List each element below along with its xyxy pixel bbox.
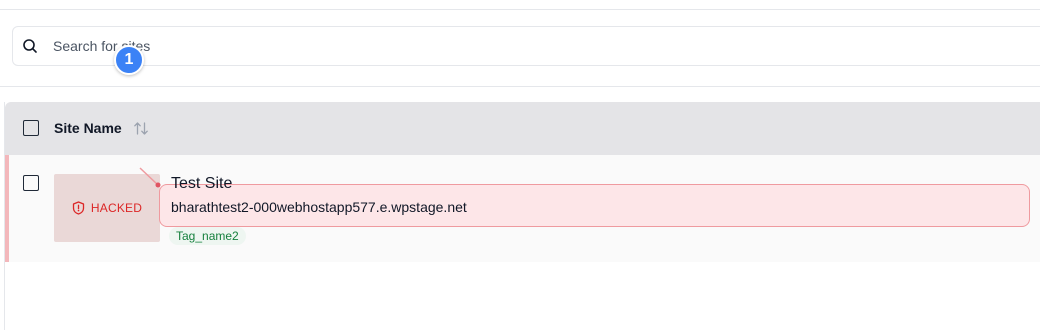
sites-table: Site Name HACKED Test Site bharathtest2-… [4, 102, 1040, 330]
site-url[interactable]: bharathtest2-000webhostapp577.e.wpstage.… [171, 199, 467, 215]
section-divider [0, 86, 1040, 87]
site-tag[interactable]: Tag_name2 [169, 227, 246, 245]
table-row[interactable]: HACKED Test Site bharathtest2-000webhost… [5, 155, 1040, 262]
top-divider [0, 9, 1040, 10]
hacked-status: HACKED [72, 201, 142, 215]
search-box[interactable] [12, 26, 1040, 66]
sort-icon[interactable] [133, 121, 149, 136]
select-all-checkbox[interactable] [23, 120, 39, 136]
site-thumbnail[interactable]: HACKED [54, 174, 160, 242]
search-input[interactable] [53, 38, 653, 54]
step-badge: 1 [114, 45, 144, 75]
row-checkbox[interactable] [23, 175, 39, 191]
table-header: Site Name [5, 102, 1040, 155]
shield-alert-icon [72, 201, 85, 215]
site-title[interactable]: Test Site [171, 175, 232, 193]
hacked-label: HACKED [90, 201, 143, 215]
search-icon [22, 38, 38, 54]
site-name-column-header[interactable]: Site Name [54, 120, 122, 136]
